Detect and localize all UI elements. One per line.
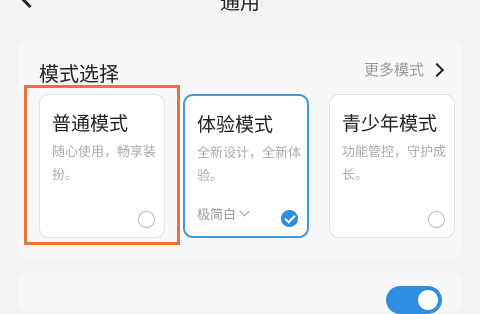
mode-card-description: 功能管控，守护成长。 [342,145,447,183]
mode-card-teen[interactable]: 青少年模式 功能管控，守护成长。 [329,94,455,238]
back-arrow-icon[interactable] [18,0,41,9]
chevron-right-icon [429,62,445,77]
radio-checked-icon[interactable] [281,210,298,227]
toggle-switch[interactable] [386,286,442,314]
mode-card-experience[interactable]: 体验模式 全新设计，全新体验。 极简白 [183,94,309,238]
top-bar: 通用 [0,0,480,24]
section-title: 模式选择 [39,62,119,86]
chevron-down-icon [239,206,250,217]
more-modes-label: 更多模式 [363,61,424,79]
mode-card-description: 全新设计，全新体验。 [197,146,302,184]
more-modes-link[interactable]: 更多模式 [363,59,445,80]
theme-label: 极简白 [197,208,237,223]
page-title: 通用 [220,0,260,14]
toggle-knob [418,290,438,310]
radio-button[interactable] [428,211,445,228]
mode-card-title: 体验模式 [197,114,274,136]
theme-dropdown[interactable]: 极简白 [197,204,250,223]
highlight-box [24,85,180,245]
mode-card-title: 青少年模式 [342,113,438,135]
